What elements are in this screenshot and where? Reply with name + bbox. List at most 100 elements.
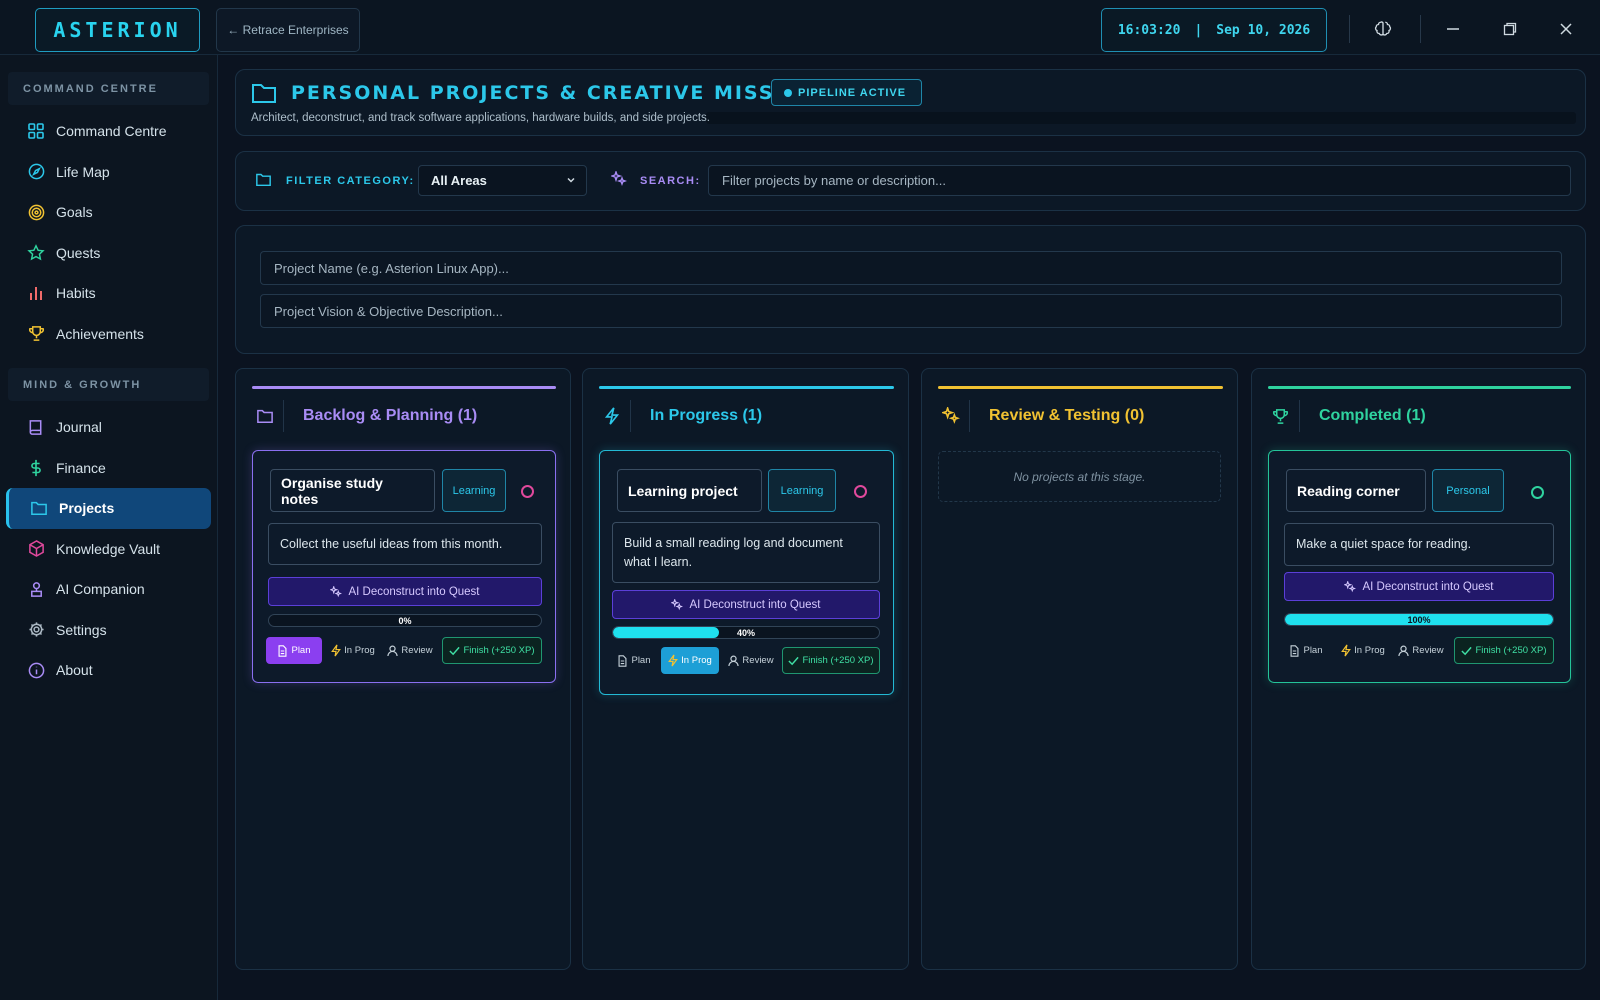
review-label: Review bbox=[1412, 645, 1444, 656]
column-title: Review & Testing (0) bbox=[989, 407, 1145, 424]
review-button[interactable]: Review bbox=[724, 647, 778, 674]
project-card[interactable]: Reading corner Personal Make a quiet spa… bbox=[1268, 450, 1571, 683]
empty-state: No projects at this stage. bbox=[938, 451, 1221, 502]
folder-icon bbox=[251, 82, 277, 104]
sidebar: COMMAND CENTRE Command Centre Life Map G… bbox=[0, 55, 218, 1000]
sidebar-item-ai-companion[interactable]: AI Companion bbox=[6, 569, 211, 610]
progress-bar: 0% bbox=[268, 614, 542, 627]
sidebar-item-journal[interactable]: Journal bbox=[6, 407, 211, 448]
sidebar-item-achievements[interactable]: Achievements bbox=[6, 314, 211, 355]
column-accent-line bbox=[938, 386, 1223, 389]
back-button[interactable]: ← Retrace Enterprises bbox=[216, 8, 360, 52]
clock-display: 16:03:20 | Sep 10, 2026 bbox=[1101, 8, 1327, 52]
trophy-icon bbox=[1268, 400, 1300, 432]
ai-deconstruct-label: AI Deconstruct into Quest bbox=[348, 585, 480, 598]
search-input[interactable] bbox=[708, 165, 1571, 196]
bot-icon bbox=[26, 579, 46, 599]
sidebar-item-label: Journal bbox=[56, 419, 102, 436]
project-description-input[interactable] bbox=[260, 294, 1562, 328]
brain-toggle-icon[interactable] bbox=[1367, 14, 1399, 44]
in-prog-button[interactable]: In Prog bbox=[661, 647, 719, 674]
column-header: In Progress (1) bbox=[599, 399, 762, 433]
sidebar-item-habits[interactable]: Habits bbox=[6, 273, 211, 314]
ai-deconstruct-button[interactable]: AI Deconstruct into Quest bbox=[1284, 572, 1554, 601]
filter-bar: FILTER CATEGORY: All Areas SEARCH: bbox=[235, 151, 1586, 211]
sidebar-item-goals[interactable]: Goals bbox=[6, 192, 211, 233]
review-button[interactable]: Review bbox=[383, 637, 437, 664]
in-prog-button[interactable]: In Prog bbox=[1336, 637, 1390, 664]
project-card[interactable]: Organise study notes Learning Collect th… bbox=[252, 450, 556, 683]
folder-icon bbox=[29, 498, 49, 518]
in-prog-label: In Prog bbox=[344, 645, 375, 656]
sidebar-item-knowledge-vault[interactable]: Knowledge Vault bbox=[6, 529, 211, 570]
column-in-progress: In Progress (1) Learning project Learnin… bbox=[582, 368, 909, 970]
finish-button[interactable]: Finish (+250 XP) bbox=[442, 637, 542, 664]
sidebar-item-about[interactable]: About bbox=[6, 650, 211, 691]
card-tag: Learning bbox=[442, 469, 506, 512]
plan-button[interactable]: Plan bbox=[612, 647, 656, 674]
plan-button[interactable]: Plan bbox=[1284, 637, 1328, 664]
book-icon bbox=[26, 417, 46, 437]
sidebar-item-command-centre[interactable]: Command Centre bbox=[6, 111, 211, 152]
star-icon bbox=[26, 243, 46, 263]
finish-button[interactable]: Finish (+250 XP) bbox=[782, 647, 880, 674]
finish-label: Finish (+250 XP) bbox=[463, 645, 535, 656]
finish-label: Finish (+250 XP) bbox=[1475, 645, 1547, 656]
ai-deconstruct-button[interactable]: AI Deconstruct into Quest bbox=[268, 577, 542, 606]
status-dot bbox=[784, 88, 792, 97]
close-icon[interactable] bbox=[1550, 14, 1582, 44]
status-badge-label: PIPELINE ACTIVE bbox=[798, 86, 907, 99]
document-icon bbox=[617, 654, 628, 667]
plan-button[interactable]: Plan bbox=[266, 637, 322, 664]
minimize-icon[interactable] bbox=[1437, 14, 1469, 44]
card-description: Make a quiet space for reading. bbox=[1284, 523, 1554, 566]
sidebar-item-label: Quests bbox=[56, 244, 101, 261]
restore-icon[interactable] bbox=[1494, 14, 1526, 44]
finish-button[interactable]: Finish (+250 XP) bbox=[1454, 637, 1554, 664]
status-badge: PIPELINE ACTIVE bbox=[771, 79, 923, 106]
bar-chart-icon bbox=[26, 283, 46, 303]
compass-icon bbox=[26, 162, 46, 182]
lightning-icon bbox=[599, 400, 631, 432]
sidebar-item-quests[interactable]: Quests bbox=[6, 233, 211, 274]
chevron-down-icon bbox=[566, 175, 576, 185]
card-title: Organise study notes bbox=[270, 469, 435, 512]
column-header: Review & Testing (0) bbox=[938, 399, 1144, 433]
card-title: Reading corner bbox=[1286, 469, 1426, 512]
sidebar-item-settings[interactable]: Settings bbox=[6, 610, 211, 651]
column-backlog: Backlog & Planning (1) Organise study no… bbox=[235, 368, 571, 970]
page-subtitle: Architect, deconstruct, and track softwa… bbox=[251, 112, 710, 124]
review-button[interactable]: Review bbox=[1394, 637, 1448, 664]
category-select[interactable]: All Areas bbox=[418, 165, 587, 196]
progress-bar: 100% bbox=[1284, 613, 1554, 626]
progress-bar: 40% bbox=[612, 626, 880, 639]
finish-label: Finish (+250 XP) bbox=[802, 655, 874, 666]
grid-icon bbox=[26, 121, 46, 141]
plan-label: Plan bbox=[631, 655, 651, 666]
review-label: Review bbox=[401, 645, 433, 656]
app-logo: ASTERION bbox=[35, 8, 200, 52]
sidebar-item-label: Life Map bbox=[56, 163, 110, 180]
clock-date: Sep 10, 2026 bbox=[1216, 22, 1311, 38]
ai-deconstruct-label: AI Deconstruct into Quest bbox=[689, 598, 821, 611]
in-prog-label: In Prog bbox=[1354, 645, 1385, 656]
column-accent-line bbox=[252, 386, 556, 389]
sidebar-item-label: Settings bbox=[56, 621, 107, 638]
stage-buttons: Plan In Prog Review Finish (+250 XP) bbox=[612, 647, 880, 676]
sparkle-icon bbox=[1344, 580, 1357, 593]
new-project-form bbox=[235, 225, 1586, 354]
project-card[interactable]: Learning project Learning Build a small … bbox=[599, 450, 894, 695]
project-name-input[interactable] bbox=[260, 251, 1562, 285]
sidebar-item-label: Habits bbox=[56, 285, 96, 302]
clock-time: 16:03:20 bbox=[1117, 22, 1181, 38]
divider bbox=[1420, 15, 1421, 43]
sidebar-item-life-map[interactable]: Life Map bbox=[6, 152, 211, 193]
page-title: PERSONAL PROJECTS & CREATIVE MISSIONS bbox=[291, 82, 836, 104]
sidebar-item-projects[interactable]: Projects bbox=[6, 488, 211, 529]
status-indicator bbox=[521, 485, 534, 498]
sidebar-item-finance[interactable]: Finance bbox=[6, 448, 211, 489]
card-tag: Learning bbox=[768, 469, 836, 512]
in-prog-button[interactable]: In Prog bbox=[326, 637, 380, 664]
ai-deconstruct-button[interactable]: AI Deconstruct into Quest bbox=[612, 590, 880, 619]
sidebar-item-label: Command Centre bbox=[56, 123, 167, 140]
